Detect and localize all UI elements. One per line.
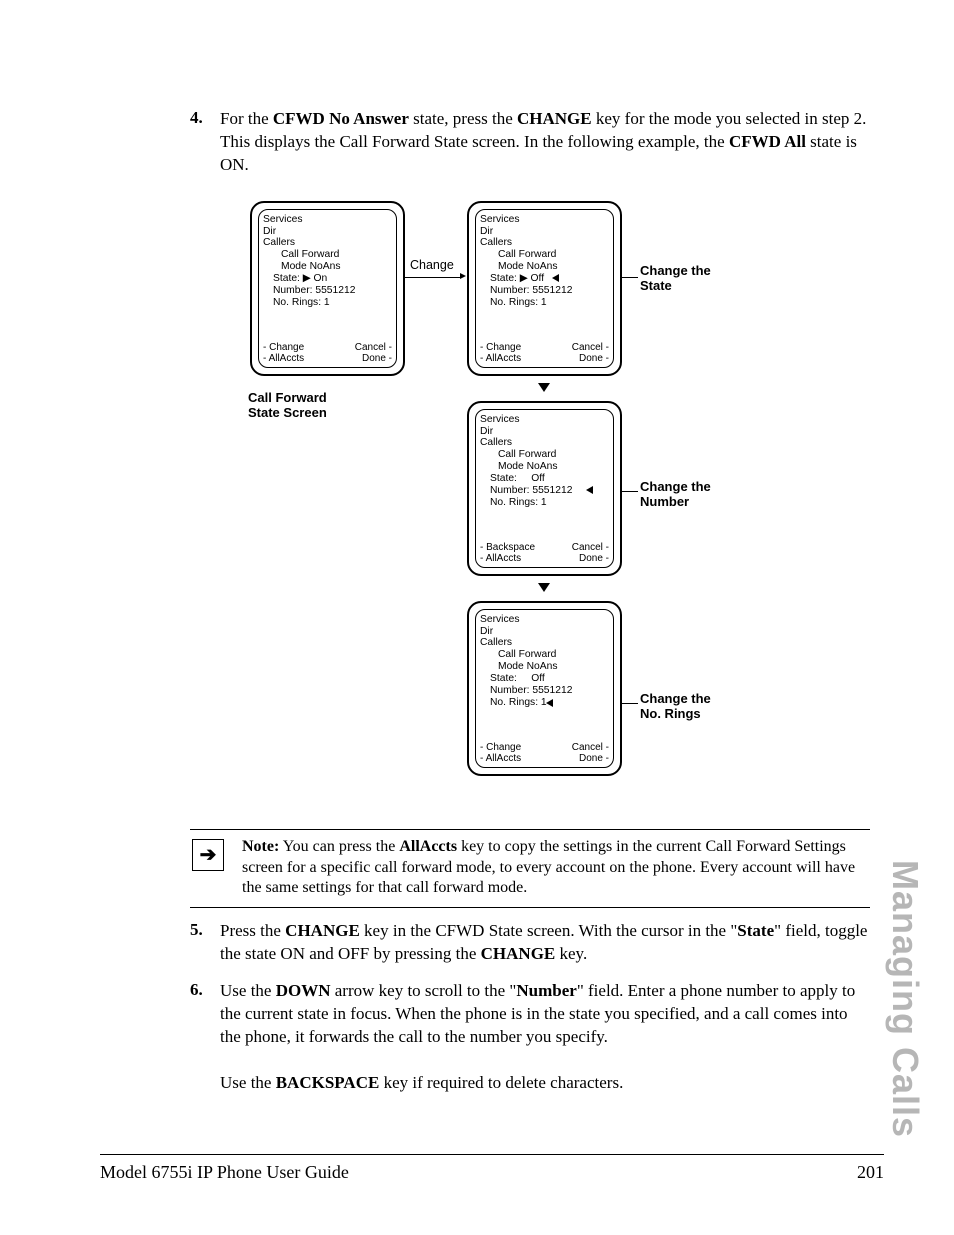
step-6: 6. Use the DOWN arrow key to scroll to t…	[190, 980, 870, 1095]
label-change-rings: Change the No. Rings	[640, 692, 711, 722]
arrow-right-icon: ➔	[192, 839, 224, 871]
step-6-text: Use the DOWN arrow key to scroll to the …	[220, 980, 870, 1095]
note: ➔ Note: You can press the AllAccts key t…	[190, 829, 870, 908]
footer: Model 6755i IP Phone User Guide 201	[100, 1162, 884, 1183]
step-5-num: 5.	[190, 920, 220, 966]
change-arrow-label: Change	[410, 258, 454, 272]
screen-1: Services Dir Callers Call Forward Mode N…	[250, 201, 405, 376]
step-6-num: 6.	[190, 980, 220, 1095]
down-arrow-icon-2	[538, 583, 550, 592]
cursor-number-icon	[586, 486, 593, 494]
footer-left: Model 6755i IP Phone User Guide	[100, 1162, 349, 1183]
page-number: 201	[857, 1162, 884, 1183]
step-4-text: For the CFWD No Answer state, press the …	[220, 108, 870, 177]
step-5: 5. Press the CHANGE key in the CFWD Stat…	[190, 920, 870, 966]
arrow-line	[405, 277, 460, 278]
note-text: Note: You can press the AllAccts key to …	[242, 837, 870, 899]
cursor-state-icon	[552, 274, 559, 282]
step-4: 4. For the CFWD No Answer state, press t…	[190, 108, 870, 177]
label-change-state: Change the State	[640, 264, 711, 294]
screen-2: Services Dir Callers Call Forward Mode N…	[467, 201, 622, 376]
arrow-right-icon	[460, 273, 466, 279]
label-change-number: Change the Number	[640, 480, 711, 510]
cursor-rings-icon	[546, 699, 553, 707]
down-arrow-icon	[538, 383, 550, 392]
label-state-screen: Call Forward State Screen	[248, 391, 327, 421]
footer-rule	[100, 1154, 884, 1155]
step-5-text: Press the CHANGE key in the CFWD State s…	[220, 920, 870, 966]
screen-4: Services Dir Callers Call Forward Mode N…	[467, 601, 622, 776]
screen-3: Services Dir Callers Call Forward Mode N…	[467, 401, 622, 576]
step-4-num: 4.	[190, 108, 220, 177]
section-tab: Managing Calls	[884, 860, 926, 1138]
diagram: Services Dir Callers Call Forward Mode N…	[220, 191, 840, 811]
